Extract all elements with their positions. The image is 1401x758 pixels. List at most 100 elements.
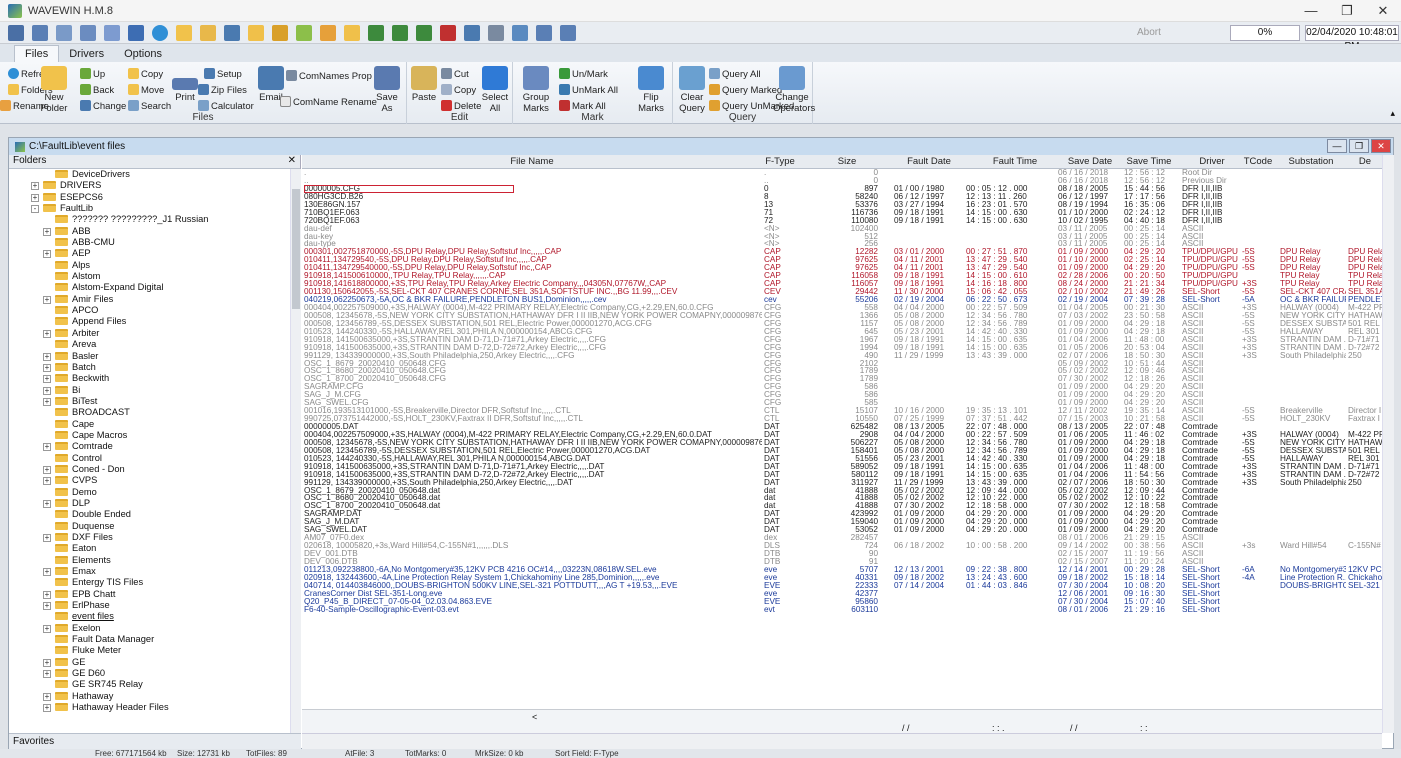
save-icon[interactable] xyxy=(320,24,336,41)
table-row[interactable]: 001130,150642055,-5S,SEL-CKT 407 CRANES … xyxy=(302,288,1382,296)
favorites-bar[interactable]: Favorites xyxy=(9,733,301,749)
close-panel-icon[interactable]: ✕ xyxy=(288,155,296,166)
print-button[interactable]: Print xyxy=(170,78,200,103)
expand-icon[interactable]: + xyxy=(43,465,51,474)
collapse-ribbon-icon[interactable]: ▴ xyxy=(1390,108,1395,119)
monitor-icon[interactable] xyxy=(224,24,240,41)
table-row[interactable]: 010523, 144240330,-5S,HALLAWAY,REL 301,P… xyxy=(302,455,1382,463)
expand-icon[interactable]: + xyxy=(43,250,51,259)
open-icon[interactable] xyxy=(248,24,264,41)
table-row[interactable]: DEV_001.DTB DTB 90 02 / 15 / 2007 11 : 19 : … xyxy=(302,550,1382,558)
folder-tree-item[interactable]: - FaultLib xyxy=(9,203,289,214)
folder-tree-item[interactable]: + AEP xyxy=(9,248,289,259)
table-row[interactable]: 00000005.DAT DAT 625482 08 / 13 / 2005 22 : … xyxy=(302,423,1382,431)
col-fault-time[interactable]: Fault Time xyxy=(974,155,1056,169)
folder-tree-item[interactable]: + DLP xyxy=(9,498,289,509)
expand-icon[interactable]: + xyxy=(43,499,51,508)
folder-tree-item[interactable]: Append Files xyxy=(9,316,289,327)
table-row[interactable]: F6-40-Sample-Oscillographic-Event-03.evt… xyxy=(302,606,1382,614)
folder-tree-item[interactable]: Cape Macros xyxy=(9,430,289,441)
table-row[interactable]: OSC_1_8680_20020410_050648.CFG CFG 1789 05 … xyxy=(302,367,1382,375)
expand-icon[interactable]: + xyxy=(43,295,51,304)
table-row[interactable]: 991129, 134339000000,+3S,South Philadelp… xyxy=(302,479,1382,487)
table-row[interactable]: SAGRAMP.CFG CFG 586 01 / 09 / 2000 04 : 29 :… xyxy=(302,383,1382,391)
table-row[interactable]: dau-key <N> 512 03 / 11 / 2005 00 : 25 : 14 A… xyxy=(302,233,1382,241)
zip-icon[interactable] xyxy=(272,24,288,41)
window-minimize-button[interactable]: — xyxy=(1327,139,1347,153)
folder-tree-item[interactable]: + Arbiter xyxy=(9,328,289,339)
table-row[interactable]: 080HG3CD.B26 8 58240 06 / 12 / 1997 12 : 13 … xyxy=(302,193,1382,201)
unmark-all-button[interactable]: UnMark All xyxy=(559,84,618,97)
tile-icon[interactable] xyxy=(104,24,120,41)
folder-tree-item[interactable]: + DXF Files xyxy=(9,532,289,543)
table-row[interactable]: 991129, 134339000000,+3S,South Philadelp… xyxy=(302,352,1382,360)
table-row[interactable]: 710BQ1EF.063 71 116736 09 / 18 / 1991 14 : 1… xyxy=(302,209,1382,217)
table-row[interactable]: 000301,002751870000,-5S,DPU Relay,DPU Re… xyxy=(302,248,1382,256)
folder-tree-item[interactable]: + GE xyxy=(9,657,289,668)
view-dropdown-icon[interactable] xyxy=(128,24,144,41)
table-row[interactable]: 000404,002257509000,+3S,HALWAY (0004),M-… xyxy=(302,304,1382,312)
folder-tree-item[interactable]: Cape xyxy=(9,419,289,430)
table-row[interactable]: 000508, 123456789,-5S,DESSEX SUBSTATION,… xyxy=(302,447,1382,455)
lightning-icon[interactable] xyxy=(200,24,216,41)
export-icon[interactable] xyxy=(512,24,528,41)
table-row[interactable]: OSC_1_8700_20020410_050648.CFG CFG 1789 07 … xyxy=(302,375,1382,383)
folder-tree-item[interactable]: Entergy TIS Files xyxy=(9,577,289,588)
col-save-date[interactable]: Save Date xyxy=(1058,155,1122,169)
expand-icon[interactable]: + xyxy=(43,590,51,599)
clear-query-button[interactable]: Clear Query xyxy=(677,66,707,114)
folder-tree-item[interactable]: Alstom xyxy=(9,271,289,282)
expand-icon[interactable]: + xyxy=(43,363,51,372)
expand-icon[interactable]: + xyxy=(43,227,51,236)
folder-tree-item[interactable]: + BiTest xyxy=(9,396,289,407)
tree-scrollbar[interactable] xyxy=(290,169,301,733)
table-row[interactable]: 000508, 12345678,-5S,NEW YORK CITY SUBST… xyxy=(302,312,1382,320)
refresh-icon[interactable] xyxy=(152,24,168,41)
table-row[interactable]: 000508, 123456789,-5S,DESSEX SUBSTATION,… xyxy=(302,320,1382,328)
folder-tree-item[interactable]: + CVPS xyxy=(9,475,289,486)
expand-icon[interactable]: + xyxy=(43,534,51,542)
table-row[interactable]: CranesCorner Dist SEL-351-Long.eve eve 423… xyxy=(302,590,1382,598)
table-row[interactable]: OSC_1_8700_20020410_050648.dat dat 41888 07… xyxy=(302,502,1382,510)
folder-tree-item[interactable]: + Basler xyxy=(9,351,289,362)
folder-tree-item[interactable]: + Beckwith xyxy=(9,373,289,384)
table-row[interactable]: 000404,002257509000,+3S,HALWAY (0004),M-… xyxy=(302,431,1382,439)
table-row[interactable]: dau-def <N> 102400 03 / 11 / 2005 00 : 25 : … xyxy=(302,225,1382,233)
table-row[interactable]: OSC_1_8679_20020410_050648.CFG CFG 2102 05 … xyxy=(302,360,1382,368)
tree-scroll-thumb[interactable] xyxy=(292,189,300,309)
table-row[interactable]: OSC_1_8679_20020410_050648.dat dat 41888 05… xyxy=(302,487,1382,495)
expand-icon[interactable]: + xyxy=(43,602,51,611)
tab-options[interactable]: Options xyxy=(114,46,172,62)
expand-icon[interactable]: + xyxy=(31,182,39,191)
new-folder-button[interactable]: New Folder xyxy=(36,66,72,114)
col-size[interactable]: Size xyxy=(812,155,882,169)
folder-tree-item[interactable]: Elements xyxy=(9,555,289,566)
table-row[interactable]: 010523, 144240330,-5S,HALLAWAY,REL 301,P… xyxy=(302,328,1382,336)
abort-button[interactable]: Abort xyxy=(1137,25,1227,41)
folder-tree-item[interactable]: + GE D60 xyxy=(9,668,289,679)
window-restore-button[interactable]: ❐ xyxy=(1349,139,1369,153)
filter-save-time[interactable]: : : xyxy=(1140,723,1148,733)
folder-tree-item[interactable]: + Bi xyxy=(9,385,289,396)
table-row[interactable]: DEV_006.DTB DTB 91 02 / 15 / 2007 11 : 20 : … xyxy=(302,558,1382,566)
table-icon[interactable] xyxy=(488,24,504,41)
layout-icon[interactable] xyxy=(56,24,72,41)
expand-icon[interactable]: + xyxy=(43,375,51,384)
table-row[interactable]: OSC_1_8680_20020410_050648.dat dat 41888 05… xyxy=(302,494,1382,502)
folder-tree-item[interactable]: + Emax xyxy=(9,566,289,577)
expand-icon[interactable]: + xyxy=(43,670,51,679)
table-row[interactable]: 910918, 141500635000,+3S,STRANTIN DAM D-… xyxy=(302,336,1382,344)
minimize-button[interactable]: — xyxy=(1293,0,1329,22)
col-substation[interactable]: Substation xyxy=(1280,155,1342,169)
forward-icon[interactable] xyxy=(392,24,408,41)
folder-tree-item[interactable]: Double Ended xyxy=(9,509,289,520)
folder-tree-item[interactable]: + ABB xyxy=(9,226,289,237)
back-button[interactable]: Back xyxy=(80,84,114,97)
zip-files-button[interactable]: Zip Files xyxy=(198,84,247,97)
table-row[interactable]: .. 0 06 / 16 / 2018 12 : 56 : 12 Root Dir xyxy=(302,169,1382,177)
folder-tree-item[interactable]: + Coned - Don xyxy=(9,464,289,475)
folder-tree-item[interactable]: + Exelon xyxy=(9,623,289,634)
folder-tree-item[interactable]: Duquense xyxy=(9,521,289,532)
query-marked-button[interactable]: Query Marked xyxy=(709,84,782,97)
expand-icon[interactable]: + xyxy=(43,658,51,667)
